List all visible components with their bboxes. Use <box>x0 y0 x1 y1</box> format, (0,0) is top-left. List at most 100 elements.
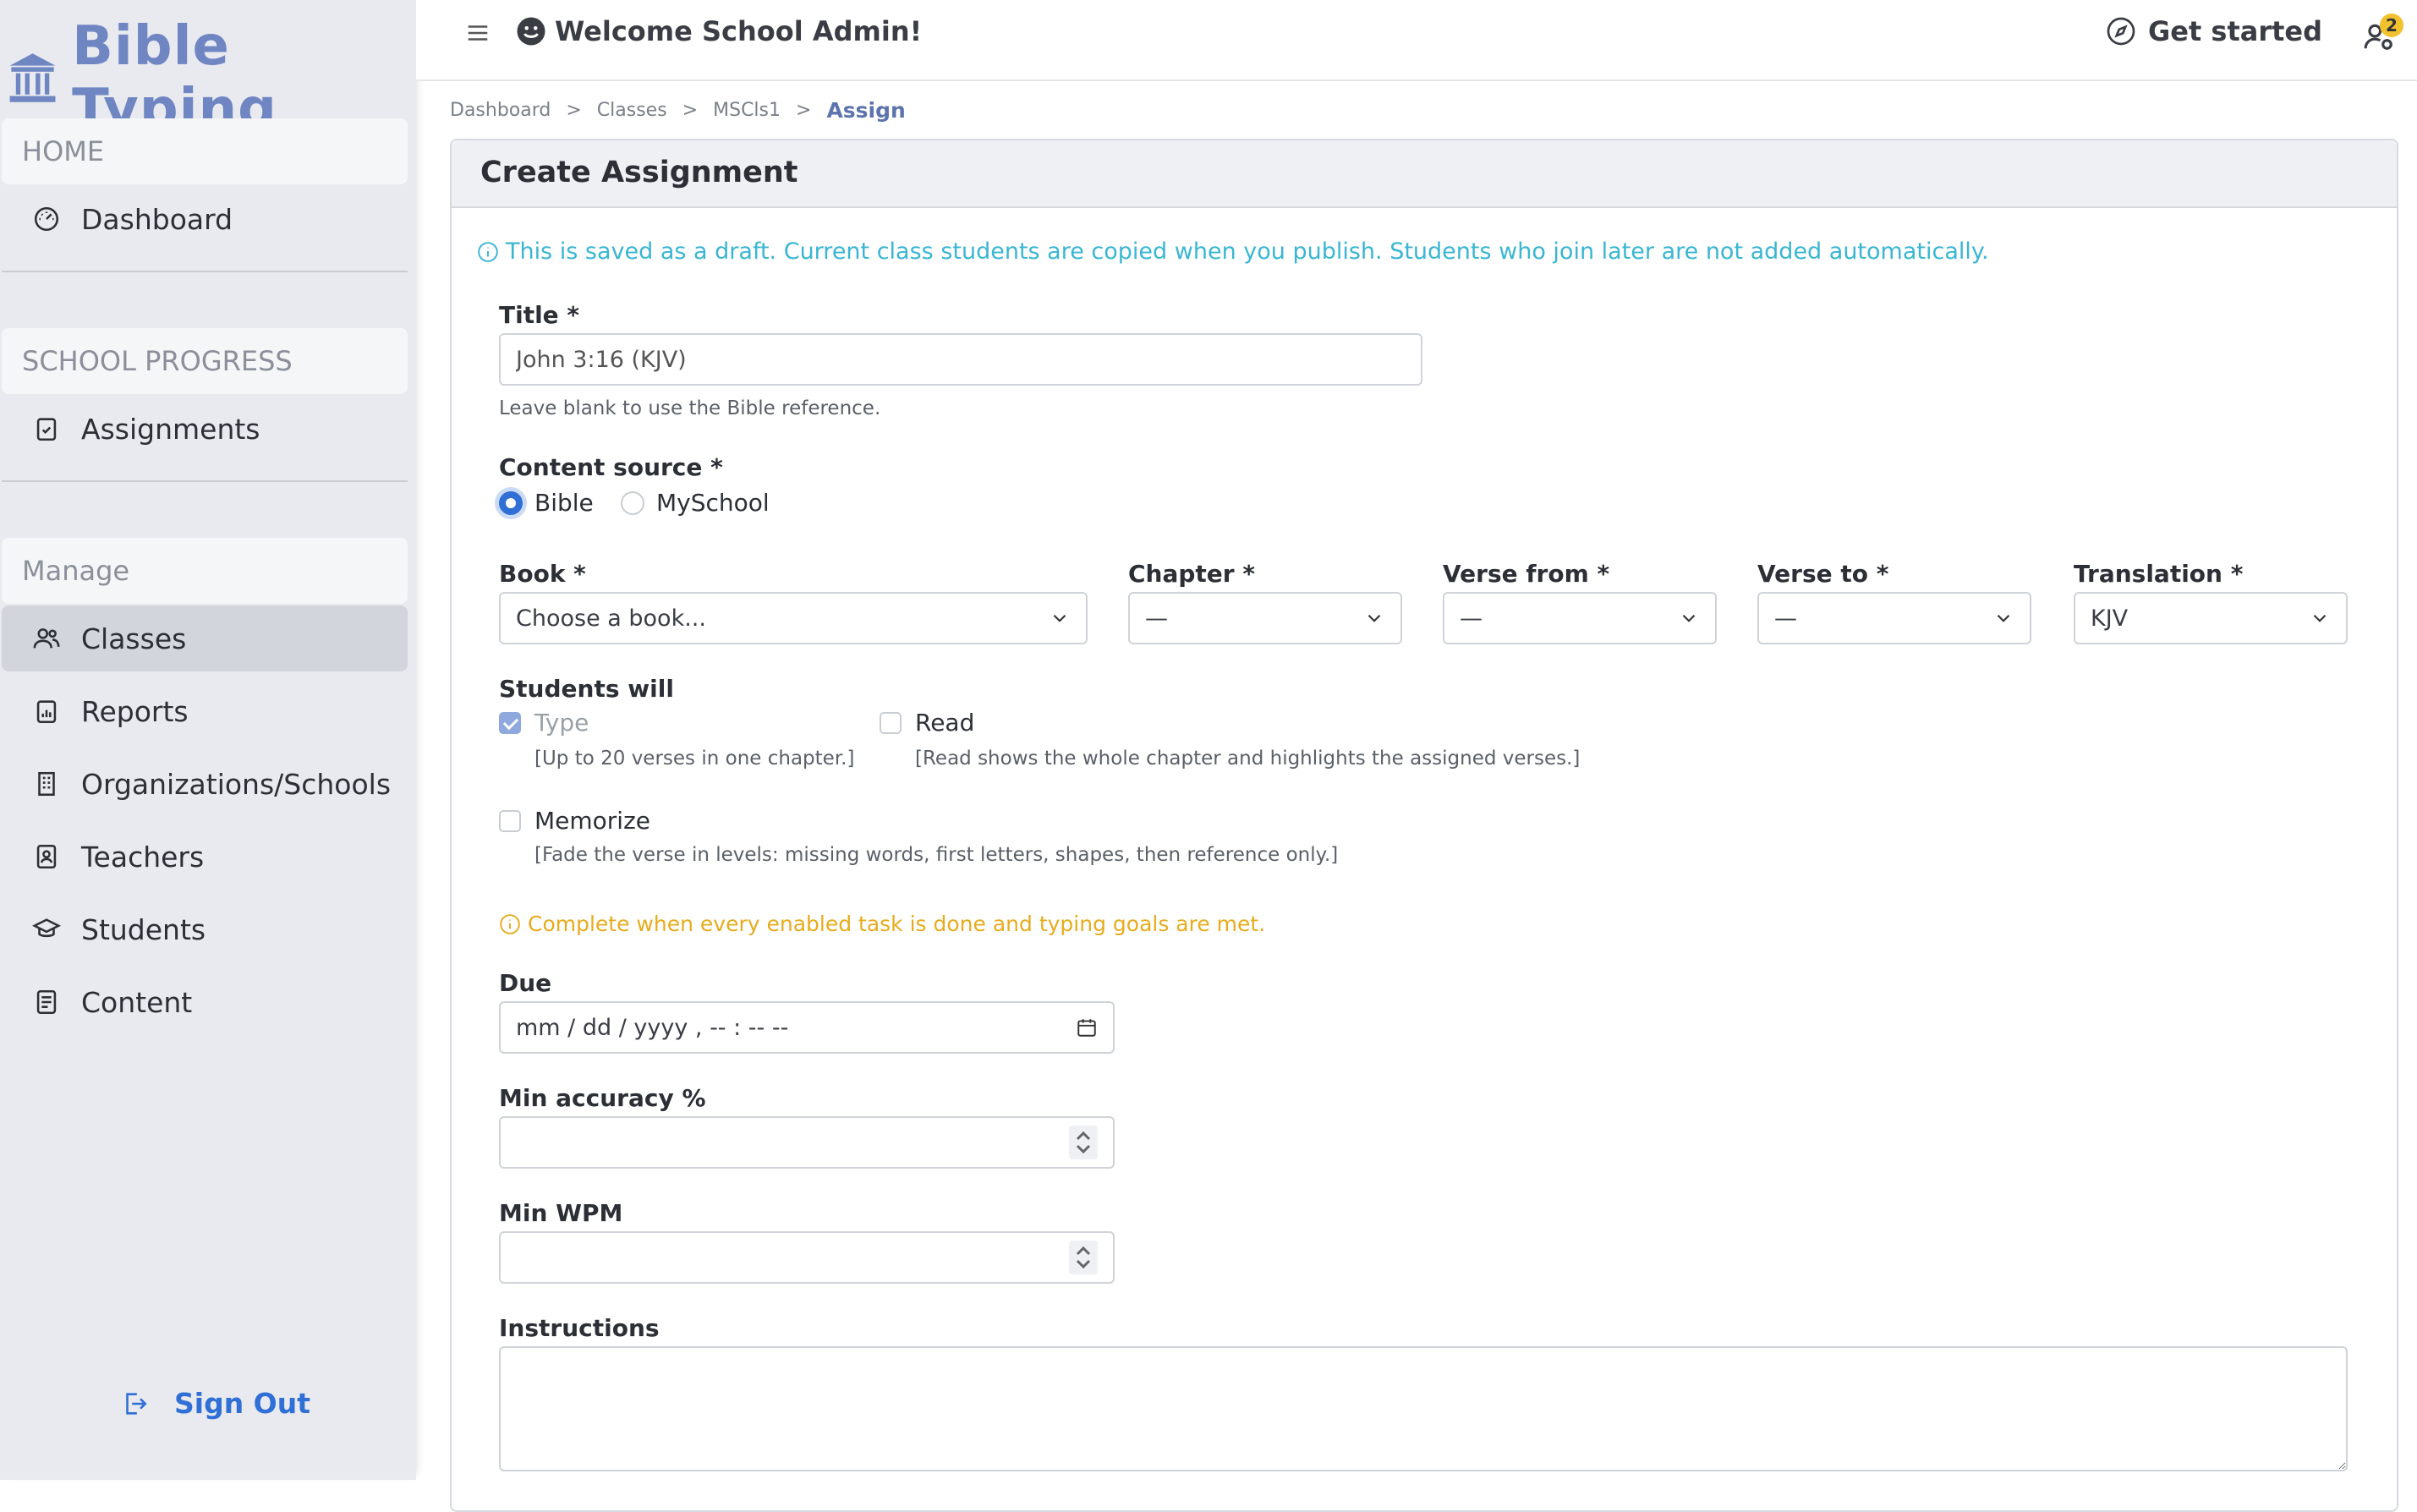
title-label: Title * <box>499 301 580 329</box>
checkbox-box <box>499 809 521 832</box>
task-read-checkbox[interactable]: Read <box>880 709 974 737</box>
title-help: Leave blank to use the Bible reference. <box>499 397 881 419</box>
sidebar-item-teachers[interactable]: Teachers <box>2 824 408 890</box>
instructions-label: Instructions <box>499 1314 660 1342</box>
verse-to-label: Verse to * <box>1757 560 1889 588</box>
sidebar-item-label: Organizations/Schools <box>81 767 392 801</box>
chevron-down-icon <box>1367 614 1381 622</box>
page-title: Create Assignment <box>480 156 798 189</box>
due-datetime-input[interactable]: mm / dd / yyyy , -- : -- -- <box>499 1001 1115 1054</box>
notifications-button[interactable]: 2 <box>2356 14 2407 56</box>
sidebar-divider <box>2 271 408 272</box>
sidebar-item-label: Dashboard <box>81 202 233 236</box>
hamburger-menu-icon[interactable] <box>465 20 491 46</box>
gauge-icon <box>34 206 59 232</box>
breadcrumb-current: Assign <box>826 98 906 123</box>
sidebar-item-dashboard[interactable]: Dashboard <box>2 186 408 252</box>
content-source-label: Content source * <box>499 453 723 481</box>
translation-select-value: KJV <box>2091 605 2129 632</box>
completion-notice-text: Complete when every enabled task is done… <box>528 912 1266 936</box>
breadcrumb-class[interactable]: MSCls1 <box>713 100 781 121</box>
bank-icon <box>9 53 56 102</box>
breadcrumb: Dashboard > Classes > MSCls1 > Assign <box>450 98 906 123</box>
sidebar-item-label: Content <box>81 985 193 1019</box>
book-label: Book * <box>499 560 586 588</box>
sidebar-item-classes[interactable]: Classes <box>2 605 408 671</box>
verse-to-select[interactable]: — <box>1757 592 2031 644</box>
min-wpm-input[interactable] <box>499 1231 1115 1284</box>
sidebar-item-students[interactable]: Students <box>2 896 408 962</box>
chevron-down-icon <box>2313 614 2327 622</box>
building-icon <box>38 771 55 797</box>
sidebar-item-reports[interactable]: Reports <box>2 678 408 744</box>
breadcrumb-dashboard[interactable]: Dashboard <box>450 100 551 121</box>
calendar-icon[interactable] <box>1076 1016 1098 1038</box>
chevron-down-icon <box>1682 614 1696 622</box>
book-select[interactable]: Choose a book... <box>499 592 1088 644</box>
info-icon <box>500 913 520 934</box>
breadcrumb-separator: > <box>566 100 582 121</box>
graduation-cap-icon <box>32 918 61 938</box>
translation-select[interactable]: KJV <box>2074 592 2348 644</box>
breadcrumb-classes[interactable]: Classes <box>597 100 667 121</box>
users-icon <box>33 628 60 649</box>
compass-icon <box>2107 17 2135 46</box>
content-source-myschool-radio[interactable]: MySchool <box>621 489 770 517</box>
sidebar-item-label: Assignments <box>81 412 260 446</box>
draft-notice-text: This is saved as a draft. Current class … <box>506 238 1989 265</box>
min-accuracy-label: Min accuracy % <box>499 1084 706 1112</box>
verse-from-label: Verse from * <box>1443 560 1610 588</box>
notification-badge: 2 <box>2380 14 2403 37</box>
chevron-down-icon <box>1053 614 1066 622</box>
sidebar-item-content[interactable]: Content <box>2 969 408 1035</box>
document-icon <box>36 989 57 1015</box>
content-source-bible-radio[interactable]: Bible <box>499 489 594 517</box>
verse-from-select-value: — <box>1460 605 1483 632</box>
checkbox-label: Read <box>915 709 975 737</box>
due-label: Due <box>499 969 552 997</box>
min-wpm-stepper[interactable] <box>1069 1241 1098 1274</box>
create-assignment-card: Create Assignment This is saved as a dra… <box>450 139 2398 1512</box>
checkbox-label: Memorize <box>534 807 651 835</box>
checkbox-label: Type <box>534 709 589 737</box>
task-type-checkbox[interactable]: Type <box>499 709 589 737</box>
verse-from-select[interactable]: — <box>1443 592 1717 644</box>
draft-notice: This is saved as a draft. Current class … <box>477 238 1989 265</box>
sign-out-button[interactable]: Sign Out <box>120 1387 310 1420</box>
task-memorize-help: [Fade the verse in levels: missing words… <box>534 844 1339 866</box>
title-input[interactable] <box>499 333 1422 386</box>
sidebar-item-label: Reports <box>81 694 189 728</box>
welcome-text: Welcome School Admin! <box>555 15 923 47</box>
task-type-help: [Up to 20 verses in one chapter.] <box>534 748 855 770</box>
radio-dot <box>621 490 644 515</box>
book-select-value: Choose a book... <box>516 605 706 632</box>
instructions-textarea[interactable] <box>499 1346 2348 1471</box>
breadcrumb-separator: > <box>796 100 812 121</box>
section-header-manage: Manage <box>2 538 408 604</box>
sign-out-label: Sign Out <box>174 1387 311 1420</box>
min-accuracy-stepper[interactable] <box>1069 1126 1098 1159</box>
due-placeholder: mm / dd / yyyy , -- : -- -- <box>516 1014 789 1041</box>
sidebar-divider <box>2 480 408 482</box>
breadcrumb-separator: > <box>682 100 699 121</box>
get-started-label: Get started <box>2148 15 2323 47</box>
sidebar-item-label: Classes <box>81 622 187 655</box>
welcome-message: Welcome School Admin! <box>516 15 922 47</box>
sidebar-item-label: Teachers <box>81 840 205 874</box>
min-accuracy-input[interactable] <box>499 1116 1115 1169</box>
report-icon <box>36 700 57 724</box>
sidebar-item-assignments[interactable]: Assignments <box>2 396 408 462</box>
sidebar-item-organizations[interactable]: Organizations/Schools <box>2 751 408 817</box>
sidebar: Bible Typing HOME Dashboard SCHOOL PROGR… <box>0 0 416 1480</box>
chapter-select-value: — <box>1145 605 1168 632</box>
section-header-school-progress: SCHOOL PROGRESS <box>2 328 408 394</box>
translation-label: Translation * <box>2074 560 2244 588</box>
sidebar-item-label: Students <box>81 912 206 946</box>
task-memorize-checkbox[interactable]: Memorize <box>499 807 650 835</box>
id-badge-icon <box>36 844 57 869</box>
chapter-select[interactable]: — <box>1128 592 1402 644</box>
radio-label: MySchool <box>656 489 770 517</box>
get-started-button[interactable]: Get started <box>2106 15 2322 47</box>
radio-label: Bible <box>534 489 594 517</box>
checkbox-box <box>880 711 902 734</box>
